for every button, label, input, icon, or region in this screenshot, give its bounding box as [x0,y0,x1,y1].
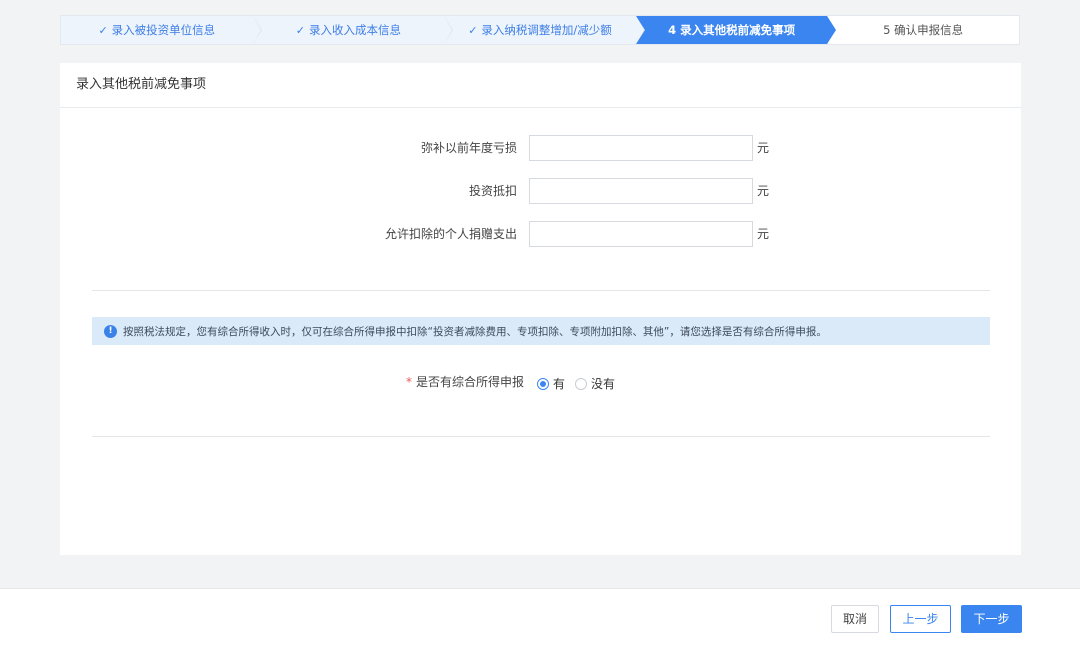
field-row-loss-offset: 弥补以前年度亏损 元 [60,135,1021,161]
check-icon: ✓ [295,23,305,37]
previous-step-button[interactable]: 上一步 [890,605,951,633]
step-1-label: 录入被投资单位信息 [111,23,216,37]
divider [92,290,990,291]
field-row-investment-deduction: 投资抵扣 元 [60,178,1021,204]
field-label: 允许扣除的个人捐赠支出 [384,227,517,241]
radio-selected-icon [537,377,549,390]
step-progress-bar: ✓ 录入被投资单位信息 ✓ 录入收入成本信息 ✓ 录入纳税调整增加/减少额 4 … [60,15,1020,45]
radio-question-label: * 是否有综合所得申报 [405,375,524,389]
step-4: 4 录入其他税前减免事项 [635,16,837,44]
step-3-label: 录入纳税调整增加/减少额 [481,23,612,37]
step-1[interactable]: ✓ 录入被投资单位信息 [61,16,262,44]
unit-label: 元 [757,227,770,241]
card-title: 录入其他税前减免事项 [60,63,1021,108]
step-2[interactable]: ✓ 录入收入成本信息 [252,16,454,44]
investment-deduction-input[interactable] [529,178,753,204]
step-3[interactable]: ✓ 录入纳税调整增加/减少额 [444,16,645,44]
step-5-label: 5 确认申报信息 [883,23,964,37]
divider [92,436,990,437]
info-icon: ! [104,324,117,338]
required-mark: * [405,375,412,389]
loss-offset-input[interactable] [529,135,753,161]
unit-label: 元 [757,141,770,155]
step-2-label: 录入收入成本信息 [309,23,401,37]
form-card: 录入其他税前减免事项 弥补以前年度亏损 元 投资抵扣 元 允许扣除的个人捐赠支出… [60,63,1021,555]
donation-expense-input[interactable] [529,221,753,247]
step-5: 5 确认申报信息 [827,16,1019,44]
comprehensive-income-question: * 是否有综合所得申报 有 没有 [60,372,1021,392]
cancel-button[interactable]: 取消 [831,605,879,633]
radio-option-no[interactable]: 没有 [575,375,615,392]
unit-label: 元 [757,184,770,198]
next-step-button[interactable]: 下一步 [961,605,1022,633]
radio-empty-icon [575,377,587,390]
notice-text: 按照税法规定，您有综合所得收入时，仅可在综合所得申报中扣除“投资者减除费用、专项… [123,325,827,338]
radio-option-yes[interactable]: 有 [537,375,565,392]
field-label: 弥补以前年度亏损 [420,141,517,155]
check-icon: ✓ [468,23,478,37]
field-label: 投资抵扣 [468,184,517,198]
step-4-label: 4 录入其他税前减免事项 [668,23,796,37]
info-notice: ! 按照税法规定，您有综合所得收入时，仅可在综合所得申报中扣除“投资者减除费用、… [92,317,990,345]
footer-bar: 取消 上一步 下一步 [0,588,1080,648]
check-icon: ✓ [98,23,108,37]
field-row-donation-expense: 允许扣除的个人捐赠支出 元 [60,221,1021,247]
